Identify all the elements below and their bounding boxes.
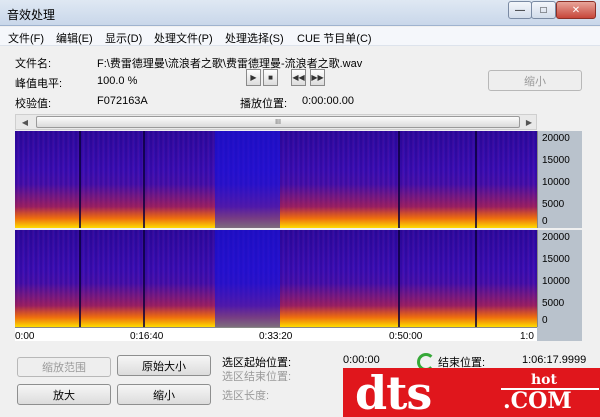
spectrogram-divider (398, 131, 400, 228)
play-button[interactable]: ▶ (246, 69, 261, 86)
file-end-value: 1:06:17.9999 (522, 354, 587, 366)
checksum-label: 校验值: (15, 98, 52, 110)
spectrogram-channel-1[interactable] (15, 131, 537, 228)
zoom-out-button[interactable]: 缩小 (117, 384, 211, 405)
spectrogram-divider (143, 230, 145, 327)
y-tick: 20000 (542, 133, 570, 144)
stop-button[interactable]: ■ (263, 69, 278, 86)
fast-forward-button[interactable]: ▶▶ (310, 69, 325, 86)
watermark-logo: dts hot .COM (343, 368, 600, 417)
axis-corner (537, 327, 582, 341)
watermark-brand: dts (355, 368, 432, 417)
stop-icon: ■ (268, 73, 273, 82)
y-tick: 5000 (542, 199, 565, 210)
y-tick: 0 (542, 315, 548, 326)
y-tick: 10000 (542, 177, 570, 188)
title-bar: 音效处理 — □ ✕ (0, 0, 600, 26)
file-name-label: 文件名: (15, 58, 52, 70)
menu-process-selection[interactable]: 处理选择(S) (225, 30, 284, 46)
menu-view[interactable]: 显示(D) (105, 30, 142, 46)
shrink-button-top[interactable]: 缩小 (488, 70, 582, 91)
original-size-button[interactable]: 原始大小 (117, 355, 211, 376)
maximize-button[interactable]: □ (531, 1, 556, 19)
peak-level-label: 峰值电平: (15, 78, 63, 90)
spectrogram-channel-2[interactable] (15, 230, 537, 327)
peak-level-value: 100.0 % (97, 75, 138, 87)
time-tick: 0:50:00 (389, 331, 423, 342)
y-tick: 0 (542, 216, 548, 227)
horizontal-scrollbar[interactable]: ◀ III ▶ (15, 114, 537, 130)
fast-forward-icon: ▶▶ (311, 73, 324, 82)
spectrogram-divider (143, 131, 145, 228)
selection-start-value: 0:00:00 (343, 354, 380, 366)
frequency-axis-2: 20000 15000 10000 5000 0 (537, 230, 582, 327)
y-tick: 15000 (542, 155, 570, 166)
time-tick: 0:00 (15, 331, 35, 342)
time-ruler: 0:00 0:16:40 0:33:20 0:50:00 1:0 (15, 327, 537, 342)
zoom-range-button[interactable]: 缩放范围 (17, 357, 111, 377)
rewind-button[interactable]: ◀◀ (291, 69, 306, 86)
time-tick: 0:16:40 (130, 331, 164, 342)
spectrogram-divider (79, 230, 81, 327)
time-tick: 1:0 (520, 331, 534, 342)
menu-edit[interactable]: 编辑(E) (56, 30, 93, 46)
y-tick: 15000 (542, 254, 570, 265)
checksum-value: F072163A (97, 95, 148, 107)
spectrogram-band (215, 131, 280, 228)
scroll-left-icon[interactable]: ◀ (18, 116, 32, 128)
selection-length-label: 选区长度: (222, 390, 270, 402)
watermark-hot: hot (531, 372, 557, 388)
spectrogram-divider (475, 131, 477, 228)
rewind-icon: ◀◀ (292, 73, 305, 82)
play-icon: ▶ (250, 73, 257, 82)
menu-cue[interactable]: CUE 节目单(C) (297, 30, 372, 46)
spectrogram-divider (475, 230, 477, 327)
scroll-right-icon[interactable]: ▶ (522, 116, 536, 128)
maximize-icon: □ (540, 4, 547, 16)
time-tick: 0:33:20 (259, 331, 293, 342)
selection-end-label: 选区结束位置: (222, 371, 292, 383)
y-tick: 10000 (542, 276, 570, 287)
y-tick: 5000 (542, 298, 565, 309)
scroll-thumb[interactable]: III (36, 116, 520, 128)
grip-icon: III (275, 118, 281, 126)
zoom-in-button[interactable]: 放大 (17, 384, 111, 405)
spectrogram-band (215, 230, 280, 327)
window-title: 音效处理 (7, 8, 56, 22)
watermark-domain: .COM (503, 388, 572, 414)
playback-position-label: 播放位置: (240, 98, 288, 110)
minimize-icon: — (515, 4, 525, 16)
spectrogram-divider (398, 230, 400, 327)
frequency-axis-1: 20000 15000 10000 5000 0 (537, 131, 582, 228)
spectrogram-divider (79, 131, 81, 228)
menu-file[interactable]: 文件(F) (8, 30, 44, 46)
minimize-button[interactable]: — (508, 1, 532, 19)
y-tick: 20000 (542, 232, 570, 243)
playback-position-value: 0:00:00.00 (302, 95, 354, 107)
close-button[interactable]: ✕ (556, 1, 596, 19)
menu-bar: 文件(F) 编辑(E) 显示(D) 处理文件(P) 处理选择(S) CUE 节目… (0, 27, 600, 46)
menu-process-file[interactable]: 处理文件(P) (154, 30, 213, 46)
close-icon: ✕ (571, 4, 581, 16)
